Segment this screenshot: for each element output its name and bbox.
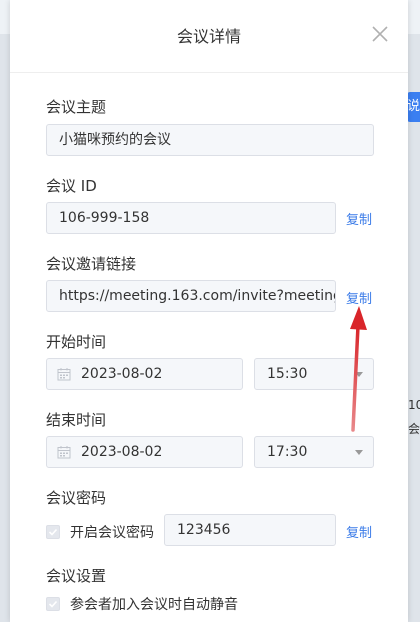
end-time-value: 17:30 xyxy=(267,444,308,460)
background-side-text-2: 会 xyxy=(408,422,420,436)
topic-label: 会议主题 xyxy=(46,98,107,116)
mute-on-join-row[interactable]: 参会者加入会议时自动静音 xyxy=(46,594,238,614)
copy-invite-link-button[interactable]: 复制 xyxy=(346,288,372,307)
end-time-label: 结束时间 xyxy=(46,411,107,429)
start-time-label: 开始时间 xyxy=(46,333,107,351)
calendar-icon xyxy=(57,368,71,381)
topic-input[interactable]: 小猫咪预约的会议 xyxy=(46,124,374,156)
checkmark-icon xyxy=(48,600,58,608)
start-time-value: 15:30 xyxy=(267,366,308,382)
enable-password-row[interactable]: 开启会议密码 xyxy=(46,522,154,542)
password-label: 会议密码 xyxy=(46,489,107,507)
end-date-value: 2023-08-02 xyxy=(81,444,163,460)
background-side-text-1: 10 xyxy=(408,398,420,412)
dialog-title: 会议详情 xyxy=(176,27,241,46)
enable-password-label: 开启会议密码 xyxy=(70,525,154,541)
chevron-down-icon xyxy=(355,450,363,455)
chevron-down-icon xyxy=(355,372,363,377)
start-date-value: 2023-08-02 xyxy=(81,366,163,382)
background-side-button-text: 说 xyxy=(407,99,420,114)
mute-on-join-label: 参会者加入会议时自动静音 xyxy=(70,597,238,613)
copy-meeting-id-button[interactable]: 复制 xyxy=(346,209,372,228)
calendar-icon xyxy=(57,446,71,459)
end-date-picker[interactable]: 2023-08-02 xyxy=(46,436,243,468)
invite-link-input[interactable]: https://meeting.163.com/invite?meeting xyxy=(46,280,336,312)
meeting-details-dialog: 会议详情 会议主题 小猫咪预约的会议 会议 ID 106-999-158 复制 … xyxy=(10,0,408,622)
meeting-id-label: 会议 ID xyxy=(46,177,97,195)
dialog-header: 会议详情 xyxy=(10,0,408,73)
close-icon xyxy=(372,26,388,42)
password-input[interactable]: 123456 xyxy=(164,514,336,546)
close-button[interactable] xyxy=(368,22,392,46)
start-date-picker[interactable]: 2023-08-02 xyxy=(46,358,243,390)
enable-password-checkbox[interactable] xyxy=(46,525,60,539)
start-time-select[interactable]: 15:30 xyxy=(254,358,374,390)
background-side-button[interactable]: 说 xyxy=(407,92,420,122)
meeting-id-input[interactable]: 106-999-158 xyxy=(46,202,336,234)
checkmark-icon xyxy=(48,528,58,536)
end-time-select[interactable]: 17:30 xyxy=(254,436,374,468)
settings-label: 会议设置 xyxy=(46,567,107,585)
invite-link-label: 会议邀请链接 xyxy=(46,255,137,273)
mute-on-join-checkbox[interactable] xyxy=(46,597,60,611)
copy-password-button[interactable]: 复制 xyxy=(346,522,372,541)
